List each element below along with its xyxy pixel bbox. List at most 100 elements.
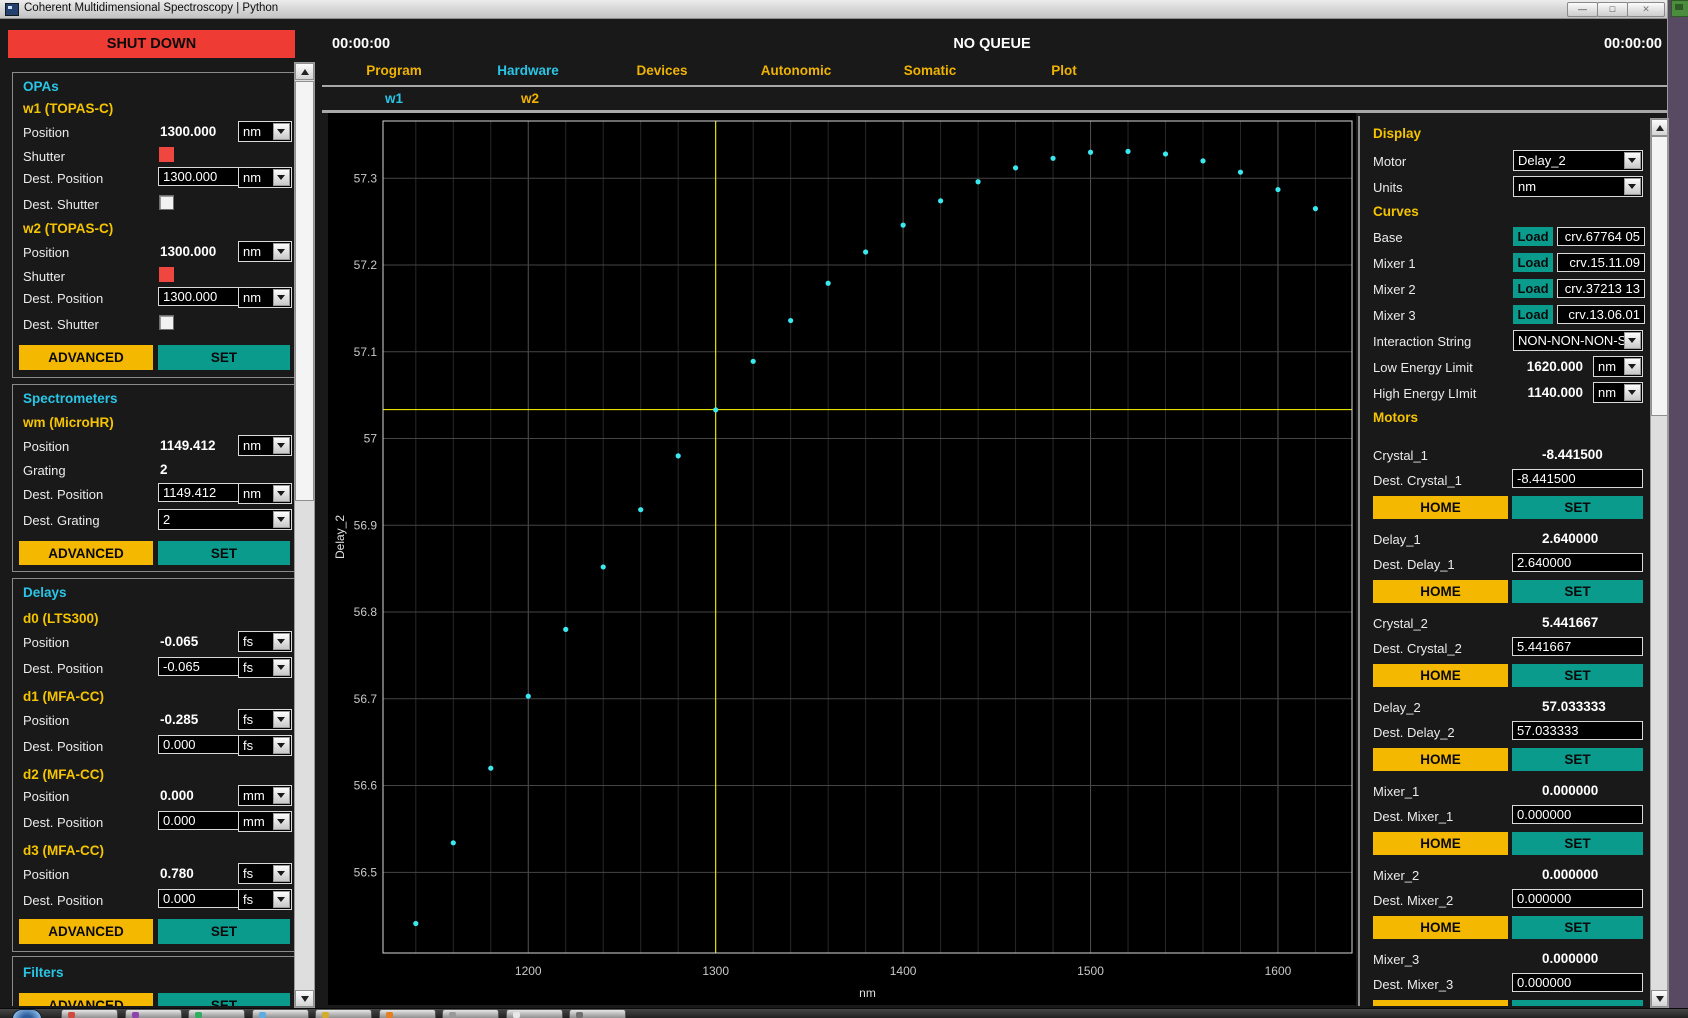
d0-dest-unit-select[interactable]: fs (238, 657, 292, 678)
tab-plot[interactable]: Plot (1051, 63, 1077, 78)
subtab-w2[interactable]: w2 (521, 91, 539, 106)
motor-dest-input[interactable]: 2.640000 (1512, 553, 1643, 572)
motor-home-button[interactable]: HOME (1373, 496, 1508, 519)
motor-home-button[interactable]: HOME (1373, 580, 1508, 603)
motor-home-button[interactable]: HOME (1373, 1000, 1508, 1006)
motor-set-button[interactable]: SET (1512, 1000, 1643, 1006)
maximize-button[interactable]: □ (1597, 2, 1628, 17)
wm-dest-grating-select[interactable]: 2 (158, 509, 292, 530)
scroll-up-icon[interactable] (1651, 119, 1668, 136)
units-select[interactable]: nm (1513, 176, 1643, 197)
interaction-string-select[interactable]: NON-NON-NON-S (1513, 330, 1643, 351)
tab-program[interactable]: Program (366, 63, 422, 78)
motor-home-button[interactable]: HOME (1373, 664, 1508, 687)
motor-set-button[interactable]: SET (1512, 664, 1643, 687)
mixer2-load-button[interactable]: Load (1513, 279, 1553, 298)
mixer1-load-button[interactable]: Load (1513, 253, 1553, 272)
motor-set-button[interactable]: SET (1512, 916, 1643, 939)
motor-dest-input[interactable]: 0.000000 (1512, 805, 1643, 824)
scroll-down-icon[interactable] (1651, 990, 1668, 1007)
motor-select[interactable]: Delay_2 (1513, 150, 1643, 171)
taskbar-button-app-white[interactable] (506, 1009, 563, 1018)
motor-home-button[interactable]: HOME (1373, 832, 1508, 855)
d2-dest-unit-select[interactable]: mm (238, 811, 292, 832)
d0-dest-input[interactable]: -0.065 (158, 657, 240, 676)
tab-somatic[interactable]: Somatic (904, 63, 957, 78)
motor-dest-input[interactable]: 57.033333 (1512, 721, 1643, 740)
motor-set-button[interactable]: SET (1512, 832, 1643, 855)
filters-set-button[interactable]: SET (158, 993, 290, 1006)
mixer2-curve-file[interactable]: 13 37213.crv (1557, 279, 1645, 298)
w1-position-unit-select[interactable]: nm (238, 121, 292, 142)
w2-dest-unit-select[interactable]: nm (238, 287, 292, 308)
d2-position-value: 0.000 (160, 788, 194, 803)
titlebar[interactable]: Coherent Multidimensional Spectroscopy |… (0, 0, 1668, 19)
base-load-button[interactable]: Load (1513, 227, 1553, 246)
tab-hardware[interactable]: Hardware (497, 63, 559, 78)
scroll-down-icon[interactable] (295, 990, 314, 1007)
d3-unit-select[interactable]: fs (238, 863, 292, 884)
motor-dest-input[interactable]: 0.000000 (1512, 973, 1643, 992)
base-curve-file[interactable]: 05 67764.crv (1557, 227, 1645, 246)
taskbar-button-app-gray[interactable] (442, 1009, 499, 1018)
d3-dest-unit-select[interactable]: fs (238, 889, 292, 910)
mixer3-load-button[interactable]: Load (1513, 305, 1553, 324)
scrollbar-thumb[interactable] (1651, 136, 1668, 416)
spectrometers-advanced-button[interactable]: ADVANCED (19, 541, 153, 565)
d1-dest-unit-select[interactable]: fs (238, 735, 292, 756)
plot-settings-panel: Display Motor Delay_2 Units nm Curves Ba… (1362, 118, 1650, 1006)
taskbar-button-app-plain[interactable] (569, 1009, 626, 1018)
filters-advanced-button[interactable]: ADVANCED (19, 993, 153, 1006)
wm-dest-unit-select[interactable]: nm (238, 483, 292, 504)
w2-dest-shutter-checkbox[interactable] (159, 315, 174, 330)
w2-dest-position-input[interactable]: 1300.000 (158, 287, 240, 306)
motor-dest-input[interactable]: 0.000000 (1512, 889, 1643, 908)
taskbar-button-app-red[interactable] (61, 1009, 118, 1018)
start-button[interactable] (12, 1009, 42, 1018)
low-energy-unit-select[interactable]: nm (1593, 356, 1643, 377)
delays-set-button[interactable]: SET (158, 919, 290, 944)
mixer3-curve-file[interactable]: 13.06.01.crv (1557, 305, 1645, 324)
taskbar-button-app-green[interactable] (188, 1009, 245, 1018)
d2-dest-input[interactable]: 0.000 (158, 811, 240, 830)
wm-dest-position-input[interactable]: 1149.412 (158, 483, 240, 502)
motor-set-button[interactable]: SET (1512, 748, 1643, 771)
subtab-w1[interactable]: w1 (385, 91, 403, 106)
taskbar-button-app-orange[interactable] (379, 1009, 436, 1018)
scroll-up-icon[interactable] (295, 63, 314, 80)
d2-unit-select[interactable]: mm (238, 785, 292, 806)
high-energy-unit-select[interactable]: nm (1593, 382, 1643, 403)
motor-home-button[interactable]: HOME (1373, 748, 1508, 771)
w1-dest-unit-select[interactable]: nm (238, 167, 292, 188)
delays-advanced-button[interactable]: ADVANCED (19, 919, 153, 944)
spectrometers-set-button[interactable]: SET (158, 541, 290, 565)
motor-dest-input[interactable]: -8.441500 (1512, 469, 1643, 488)
hardware-panel-scrollbar[interactable] (294, 62, 315, 1008)
d1-dest-input[interactable]: 0.000 (158, 735, 240, 754)
taskbar-button-app-window[interactable] (252, 1009, 309, 1018)
opas-advanced-button[interactable]: ADVANCED (19, 345, 153, 370)
d3-dest-input[interactable]: 0.000 (158, 889, 240, 908)
motor-dest-input[interactable]: 5.441667 (1512, 637, 1643, 656)
w2-position-unit-select[interactable]: nm (238, 241, 292, 262)
tab-autonomic[interactable]: Autonomic (761, 63, 832, 78)
close-button[interactable]: ✕ (1627, 2, 1665, 17)
taskbar-button-app-folder[interactable] (315, 1009, 372, 1018)
motor-set-button[interactable]: SET (1512, 496, 1643, 519)
d1-unit-select[interactable]: fs (238, 709, 292, 730)
plot-canvas[interactable]: 56.556.656.756.856.95757.157.257.3120013… (328, 113, 1356, 1005)
minimize-button[interactable]: — (1567, 2, 1598, 17)
opas-set-button[interactable]: SET (158, 345, 290, 370)
d0-unit-select[interactable]: fs (238, 631, 292, 652)
tab-devices[interactable]: Devices (636, 63, 687, 78)
shutdown-button[interactable]: SHUT DOWN (8, 30, 295, 58)
w1-dest-position-input[interactable]: 1300.000 (158, 167, 240, 186)
taskbar-button-app-purple[interactable] (125, 1009, 182, 1018)
motor-set-button[interactable]: SET (1512, 580, 1643, 603)
wm-position-unit-select[interactable]: nm (238, 435, 292, 456)
motor-home-button[interactable]: HOME (1373, 916, 1508, 939)
scrollbar-thumb[interactable] (295, 81, 314, 501)
desktop-shortcut-icon[interactable] (1671, 0, 1688, 17)
w1-dest-shutter-checkbox[interactable] (159, 195, 174, 210)
mixer1-curve-file[interactable]: 15.11.09.crv (1557, 253, 1645, 272)
